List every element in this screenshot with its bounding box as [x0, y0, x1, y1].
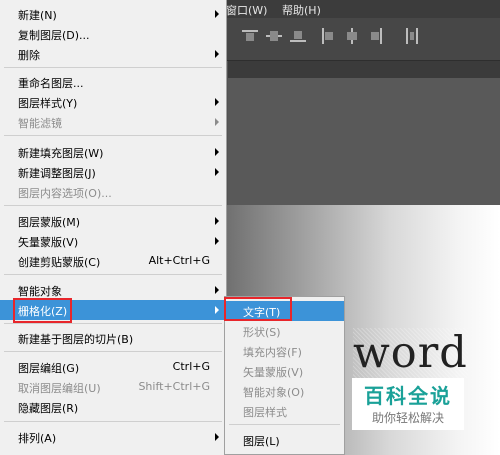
- menu-item-vector-mask[interactable]: 矢量蒙版(V): [0, 231, 226, 251]
- menu-item-label: 排列(A): [18, 432, 57, 445]
- submenu-arrow-icon: [215, 237, 219, 245]
- menu-item-duplicate-layer[interactable]: 复制图层(D)...: [0, 24, 226, 44]
- align-bottom-icon[interactable]: [290, 28, 306, 44]
- menu-item-layer-content-options[interactable]: 图层内容选项(O)...: [0, 182, 226, 202]
- submenu-arrow-icon: [215, 98, 219, 106]
- menu-item-new-fill-layer[interactable]: 新建填充图层(W): [0, 142, 226, 162]
- submenu-arrow-icon: [215, 306, 219, 314]
- submenu-separator: [229, 424, 340, 425]
- menu-item-label: 重命名图层...: [18, 77, 84, 90]
- align-right-icon[interactable]: [368, 28, 384, 44]
- distribute-icon[interactable]: [404, 28, 420, 44]
- align-left-icon[interactable]: [320, 28, 336, 44]
- menu-item-shortcut: Shift+Ctrl+G: [138, 380, 210, 393]
- align-hcenter-icon[interactable]: [344, 28, 360, 44]
- menu-item-new[interactable]: 新建(N): [0, 4, 226, 24]
- menu-separator: [4, 205, 222, 206]
- menu-item-shortcut: Ctrl+G: [172, 360, 210, 373]
- menu-item-label: 图层蒙版(M): [18, 216, 81, 229]
- menu-item-hide-layers[interactable]: 隐藏图层(R): [0, 397, 226, 417]
- submenu-item-vector-mask[interactable]: 矢量蒙版(V): [225, 361, 344, 381]
- menu-item-delete[interactable]: 删除: [0, 44, 226, 64]
- watermark-title: 百科全说: [364, 384, 452, 408]
- menu-item-shortcut: Alt+Ctrl+G: [148, 254, 210, 267]
- menu-item-label: 取消图层编组(U): [18, 382, 101, 395]
- menu-item-label: 图层编组(G): [18, 362, 80, 375]
- menu-item-label: 新建(N): [18, 9, 57, 22]
- annotation-box-rasterize: [13, 298, 72, 323]
- submenu-arrow-icon: [215, 217, 219, 225]
- menu-separator: [4, 421, 222, 422]
- menu-item-group-layers[interactable]: 图层编组(G) Ctrl+G: [0, 357, 226, 377]
- menu-item-smart-filter[interactable]: 智能滤镜: [0, 112, 226, 132]
- menu-item-label: 新建填充图层(W): [18, 147, 104, 160]
- submenu-item-smart-object[interactable]: 智能对象(O): [225, 381, 344, 401]
- menu-item-new-layer-based-slice[interactable]: 新建基于图层的切片(B): [0, 328, 226, 348]
- menu-separator: [4, 67, 222, 68]
- submenu-arrow-icon: [215, 118, 219, 126]
- watermark-logo: 百科全说 助你轻松解决: [352, 378, 464, 430]
- layer-context-menu: 新建(N) 复制图层(D)... 删除 重命名图层... 图层样式(Y) 智能滤…: [0, 0, 227, 455]
- menu-separator: [4, 351, 222, 352]
- submenu-arrow-icon: [215, 148, 219, 156]
- watermark-subtitle: 助你轻松解决: [371, 411, 444, 425]
- menu-item-label: 隐藏图层(R): [18, 402, 79, 415]
- submenu-item-label: 图层(L): [243, 435, 280, 448]
- menu-item-rename-layer[interactable]: 重命名图层...: [0, 72, 226, 92]
- align-vcenter-icon[interactable]: [266, 28, 282, 44]
- submenu-item-layer-style[interactable]: 图层样式: [225, 401, 344, 421]
- annotation-box-type: [224, 297, 292, 321]
- menu-item-label: 创建剪贴蒙版(C): [18, 256, 101, 269]
- menu-item-label: 矢量蒙版(V): [18, 236, 79, 249]
- submenu-arrow-icon: [215, 10, 219, 18]
- menu-item-label: 图层样式(Y): [18, 97, 78, 110]
- submenu-item-layer[interactable]: 图层(L): [225, 430, 344, 450]
- align-top-icon[interactable]: [242, 28, 258, 44]
- menu-item-smart-object[interactable]: 智能对象: [0, 280, 226, 300]
- menu-item-label: 新建调整图层(J): [18, 167, 96, 180]
- menu-item-ungroup-layers[interactable]: 取消图层编组(U) Shift+Ctrl+G: [0, 377, 226, 397]
- menu-separator: [4, 135, 222, 136]
- submenu-arrow-icon: [215, 286, 219, 294]
- menu-separator: [4, 323, 222, 324]
- menu-item-label: 删除: [18, 49, 40, 62]
- menu-item-label: 新建基于图层的切片(B): [18, 333, 134, 346]
- menu-help[interactable]: 帮助(H): [282, 2, 321, 18]
- submenu-item-label: 填充内容(F): [243, 346, 302, 359]
- menu-item-layer-style[interactable]: 图层样式(Y): [0, 92, 226, 112]
- menu-item-create-clipping-mask[interactable]: 创建剪贴蒙版(C) Alt+Ctrl+G: [0, 251, 226, 271]
- menu-item-label: 智能对象: [18, 285, 62, 298]
- submenu-item-label: 图层样式: [243, 406, 287, 419]
- menu-window[interactable]: 窗口(W): [226, 2, 267, 18]
- submenu-arrow-icon: [215, 50, 219, 58]
- menu-item-layer-mask[interactable]: 图层蒙版(M): [0, 211, 226, 231]
- canvas-text-layer[interactable]: word: [353, 328, 468, 378]
- submenu-item-fill-content[interactable]: 填充内容(F): [225, 341, 344, 361]
- document-tab-strip: [228, 61, 500, 78]
- menu-item-label: 复制图层(D)...: [18, 29, 90, 42]
- menu-item-label: 智能滤镜: [18, 117, 62, 130]
- submenu-item-label: 形状(S): [243, 326, 281, 339]
- submenu-item-label: 矢量蒙版(V): [243, 366, 304, 379]
- menu-item-arrange[interactable]: 排列(A): [0, 427, 226, 447]
- menu-item-new-adjustment-layer[interactable]: 新建调整图层(J): [0, 162, 226, 182]
- submenu-item-shape[interactable]: 形状(S): [225, 321, 344, 341]
- canvas-text: word: [353, 328, 468, 378]
- menu-separator: [4, 274, 222, 275]
- submenu-item-label: 智能对象(O): [243, 386, 305, 399]
- submenu-arrow-icon: [215, 168, 219, 176]
- submenu-arrow-icon: [215, 433, 219, 441]
- menu-item-label: 图层内容选项(O)...: [18, 187, 112, 200]
